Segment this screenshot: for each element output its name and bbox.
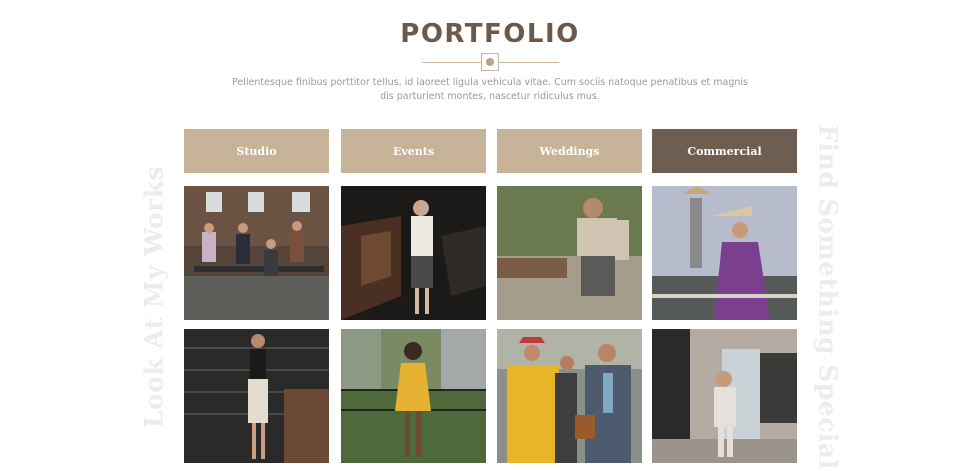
photo-woman-yellow-dress-city	[341, 329, 486, 463]
portfolio-photo-7[interactable]	[497, 329, 642, 463]
photo-man-dusty-ground	[497, 186, 642, 320]
tab-events[interactable]: Events	[341, 129, 486, 173]
portfolio-photo-2[interactable]	[341, 186, 486, 320]
title-divider-right	[499, 62, 559, 63]
tab-weddings[interactable]: Weddings	[497, 129, 642, 173]
tab-commercial[interactable]: Commercial	[652, 129, 797, 173]
title-divider-left	[422, 62, 482, 63]
photo-men-street-style	[497, 329, 642, 463]
photo-woman-white-blouse	[341, 186, 486, 320]
page-title: PORTFOLIO	[400, 19, 580, 49]
camera-emblem-icon	[481, 53, 499, 71]
portfolio-photo-3[interactable]	[497, 186, 642, 320]
page-subtitle: Pellentesque finibus porttitor tellus, i…	[232, 77, 748, 102]
photo-group-on-bench	[184, 186, 329, 320]
portfolio-photo-4[interactable]	[652, 186, 797, 320]
tab-studio[interactable]: Studio	[184, 129, 329, 173]
side-text-right: Find Something Special	[813, 124, 843, 470]
portfolio-photo-1[interactable]	[184, 186, 329, 320]
portfolio-photo-8[interactable]	[652, 329, 797, 463]
side-text-left: Look At My Works	[139, 165, 169, 429]
portfolio-photo-6[interactable]	[341, 329, 486, 463]
photo-woman-purple-dress-boat	[652, 186, 797, 320]
photo-woman-rusty-shelves	[184, 329, 329, 463]
portfolio-photo-5[interactable]	[184, 329, 329, 463]
photo-woman-doorway	[652, 329, 797, 463]
